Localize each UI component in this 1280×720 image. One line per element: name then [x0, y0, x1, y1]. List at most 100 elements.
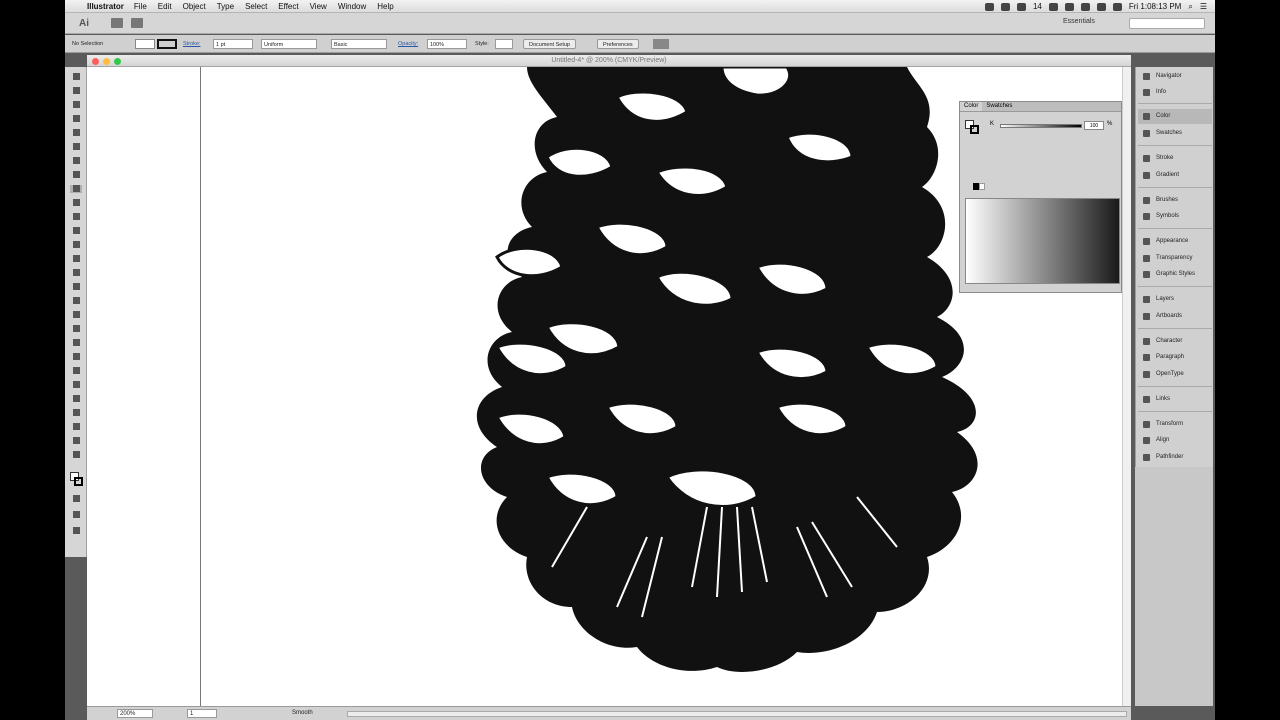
tray-bluetooth-icon[interactable] [1064, 2, 1074, 11]
dock-item-navigator[interactable]: Navigator [1138, 69, 1212, 84]
style-picker[interactable] [495, 39, 513, 49]
notification-center-icon[interactable]: ☰ [1200, 2, 1207, 11]
eyedropper-tool-icon[interactable] [70, 353, 82, 361]
current-tool-status[interactable]: Smooth [292, 709, 313, 718]
workspace-switcher[interactable]: Essentials [1063, 18, 1095, 25]
color-spectrum-ramp[interactable] [965, 198, 1120, 284]
hand-tool-icon[interactable] [70, 437, 82, 445]
perspective-grid-tool-icon[interactable] [70, 311, 82, 319]
menu-view[interactable]: View [310, 2, 327, 11]
pen-tool-icon[interactable] [70, 129, 82, 137]
menu-app-name[interactable]: Illustrator [87, 2, 124, 11]
dock-item-swatches[interactable]: Swatches [1138, 126, 1212, 141]
k-value-field[interactable]: 100 [1084, 121, 1104, 130]
direct-selection-tool-icon[interactable] [70, 87, 82, 95]
stroke-link[interactable]: Stroke: [183, 39, 200, 49]
tray-app-icon[interactable] [984, 2, 994, 11]
fill-stroke-swatches[interactable] [70, 472, 83, 488]
close-window-icon[interactable] [92, 58, 99, 65]
variable-width-profile[interactable]: Uniform [261, 39, 317, 49]
dock-item-pathfinder[interactable]: Pathfinder [1138, 450, 1212, 465]
rotate-tool-icon[interactable] [70, 241, 82, 249]
slice-tool-icon[interactable] [70, 423, 82, 431]
dock-item-info[interactable]: Info [1138, 85, 1212, 100]
menu-edit[interactable]: Edit [158, 2, 172, 11]
artboard-navigation-field[interactable]: 1 [187, 709, 217, 718]
column-graph-tool-icon[interactable] [70, 395, 82, 403]
gradient-tool-icon[interactable] [70, 339, 82, 347]
menu-help[interactable]: Help [377, 2, 393, 11]
brush-definition[interactable]: Basic [331, 39, 387, 49]
dock-item-symbols[interactable]: Symbols [1138, 209, 1212, 224]
dock-item-color[interactable]: Color [1138, 109, 1212, 124]
arrange-icon[interactable] [653, 39, 669, 49]
fill-swatch[interactable] [135, 39, 155, 49]
dock-item-paragraph[interactable]: Paragraph [1138, 350, 1212, 365]
mesh-tool-icon[interactable] [70, 325, 82, 333]
arrange-documents-icon[interactable] [131, 18, 143, 28]
type-tool-icon[interactable] [70, 143, 82, 151]
menu-select[interactable]: Select [245, 2, 267, 11]
dock-item-brushes[interactable]: Brushes [1138, 193, 1212, 208]
wifi-icon[interactable] [1080, 2, 1090, 11]
menu-type[interactable]: Type [217, 2, 234, 11]
menu-file[interactable]: File [134, 2, 147, 11]
dock-item-appearance[interactable]: Appearance [1138, 234, 1212, 249]
horizontal-scrollbar[interactable] [347, 711, 1127, 717]
document-title-bar[interactable]: Untitled-4* @ 200% (CMYK/Preview) [87, 55, 1131, 67]
opacity-field[interactable]: 100% [427, 39, 467, 49]
volume-icon[interactable] [1096, 2, 1106, 11]
dock-item-opentype[interactable]: OpenType [1138, 367, 1212, 382]
battery-icon[interactable] [1112, 2, 1122, 11]
zoom-level-field[interactable]: 200% [117, 709, 153, 718]
stroke-weight-field[interactable]: 1 pt [213, 39, 253, 49]
blob-brush-tool-icon[interactable] [70, 213, 82, 221]
menubar-clock[interactable]: Fri 1:08:13 PM [1129, 2, 1181, 11]
bridge-icon[interactable] [111, 18, 123, 28]
dock-item-align[interactable]: Align [1138, 433, 1212, 448]
dock-item-layers[interactable]: Layers [1138, 292, 1212, 307]
pinecone-artwork[interactable] [467, 67, 1007, 687]
rectangle-tool-icon[interactable] [70, 171, 82, 179]
artboard-tool-icon[interactable] [70, 409, 82, 417]
document-setup-button[interactable]: Document Setup [523, 39, 576, 49]
spotlight-icon[interactable]: ⌕ [1188, 2, 1192, 12]
mail-badge[interactable]: 14 [1033, 2, 1042, 11]
tab-swatches[interactable]: Swatches [982, 102, 1016, 111]
tray-sync-icon[interactable] [1000, 2, 1010, 11]
tray-time-machine-icon[interactable] [1048, 2, 1058, 11]
draw-mode-icon[interactable] [70, 511, 82, 519]
zoom-tool-icon[interactable] [70, 451, 82, 459]
help-search-input[interactable] [1129, 18, 1205, 29]
symbol-sprayer-tool-icon[interactable] [70, 381, 82, 389]
magic-wand-tool-icon[interactable] [70, 101, 82, 109]
dock-item-character[interactable]: Character [1138, 334, 1212, 349]
dock-item-gradient[interactable]: Gradient [1138, 168, 1212, 183]
k-slider[interactable] [1000, 124, 1082, 128]
width-tool-icon[interactable] [70, 269, 82, 277]
tab-color[interactable]: Color [960, 102, 983, 111]
vertical-scrollbar[interactable] [1122, 67, 1131, 706]
dock-item-links[interactable]: Links [1138, 392, 1212, 407]
selection-tool-icon[interactable] [70, 73, 82, 81]
color-panel-fill-stroke[interactable] [965, 120, 979, 134]
zoom-window-icon[interactable] [114, 58, 121, 65]
smooth-tool-icon[interactable] [70, 185, 82, 193]
none-black-white-swatches[interactable] [966, 183, 986, 191]
eraser-tool-icon[interactable] [70, 227, 82, 235]
color-mode-icons[interactable] [70, 495, 82, 503]
menu-effect[interactable]: Effect [278, 2, 298, 11]
blend-tool-icon[interactable] [70, 367, 82, 375]
tray-dropbox-icon[interactable] [1016, 2, 1026, 11]
dock-item-transform[interactable]: Transform [1138, 417, 1212, 432]
scale-tool-icon[interactable] [70, 255, 82, 263]
dock-item-graphic-styles[interactable]: Graphic Styles [1138, 267, 1212, 282]
menu-window[interactable]: Window [338, 2, 366, 11]
minimize-window-icon[interactable] [103, 58, 110, 65]
lasso-tool-icon[interactable] [70, 115, 82, 123]
preferences-button[interactable]: Preferences [597, 39, 639, 49]
pencil-tool-icon[interactable] [70, 199, 82, 207]
dock-item-transparency[interactable]: Transparency [1138, 251, 1212, 266]
line-tool-icon[interactable] [70, 157, 82, 165]
screen-mode-icon[interactable] [70, 527, 82, 535]
